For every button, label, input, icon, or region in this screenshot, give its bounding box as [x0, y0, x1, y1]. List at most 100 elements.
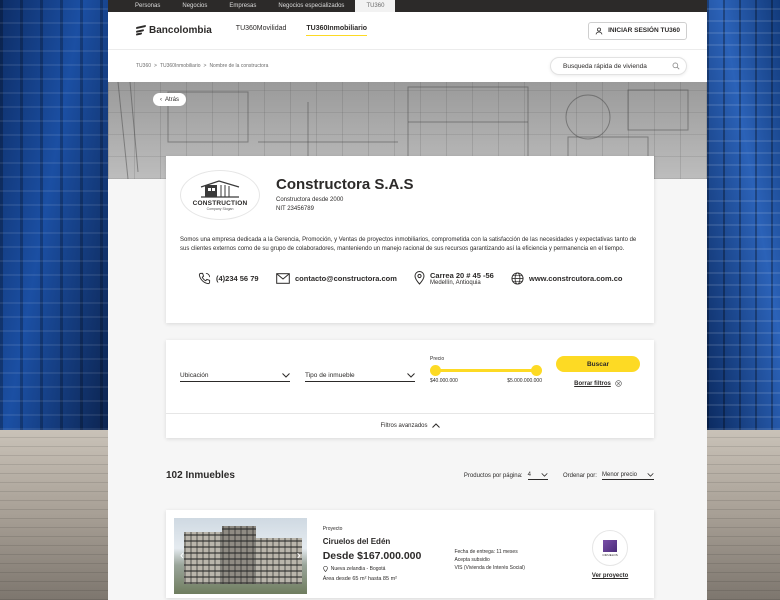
bancolombia-logo[interactable]: Bancolombia — [136, 24, 212, 36]
builder-logo: CIRUELOS — [592, 530, 629, 566]
property-location-value: Nueva zelandia - Bogotá — [330, 566, 386, 572]
advanced-filters-toggle[interactable]: Filtros avanzados — [166, 414, 654, 437]
per-page-control: Productos por página: 4 — [464, 472, 548, 480]
nav-item-tu360movilidad[interactable]: TU360Movilidad — [236, 25, 287, 36]
results-header: 102 Inmuebles Productos por página: 4 Or… — [166, 470, 654, 481]
breadcrumb-item-inmobiliario[interactable]: TU360Inmobiliario — [160, 63, 201, 69]
property-subsidy: Acepta subsidio — [454, 557, 490, 563]
location-pin-icon — [414, 271, 425, 285]
property-name: Ciruelos del Edén — [322, 537, 391, 546]
price-max-value: $5.000.000.000 — [507, 378, 542, 384]
per-page-select[interactable]: 4 — [527, 472, 548, 480]
location-pin-icon — [322, 566, 328, 572]
chevron-down-icon — [647, 472, 654, 477]
chevron-left-icon: ‹ — [160, 96, 162, 103]
company-meta: Constructora desde 2000 NIT 23456789 — [276, 196, 414, 214]
company-logo-slogan: Company Slogan — [206, 207, 234, 211]
top-segment-bar: Personas Negocios Empresas Negocios espe… — [108, 0, 707, 12]
mail-icon — [276, 272, 290, 284]
price-label: Precio — [430, 356, 445, 362]
building-image — [184, 532, 224, 584]
carousel-prev-icon[interactable]: ‹ — [180, 548, 184, 562]
company-name: Constructora S.A.S — [276, 176, 414, 193]
company-card: CONSTRUCTION Company Slogan Constructora… — [166, 156, 654, 323]
order-control: Ordenar por: Menor precio — [563, 472, 654, 480]
breadcrumb: TU360 > TU360Inmobiliario > Nombre de la… — [136, 63, 268, 69]
property-info: Proyecto Ciruelos del Edén Desde $167.00… — [323, 518, 443, 590]
company-description: Somos una empresa dedicada a la Gerencia… — [180, 237, 637, 253]
price-values: $40.000.000 $5.000.000.000 — [430, 378, 542, 384]
topbar-item-negocios[interactable]: Negocios — [171, 0, 218, 12]
contact-phone[interactable]: (4)234 56 79 — [198, 272, 276, 285]
price-slider-min-handle[interactable] — [430, 365, 441, 376]
clear-filters-link[interactable]: Borrar filtros — [574, 380, 622, 387]
per-page-label: Productos por página: — [463, 472, 523, 479]
builder-logo-mark — [603, 539, 618, 552]
property-type-select-label: Tipo de inmueble — [305, 372, 355, 379]
search-filters-card: Ubicación Tipo de inmueble Precio $40.00… — [166, 340, 654, 438]
main-header: Bancolombia TU360Movilidad TU360Inmobili… — [108, 12, 707, 50]
contact-city-value: Medellín, Antioquia — [430, 279, 481, 286]
quick-search-placeholder: Busqueda rápida de vivienda — [563, 62, 647, 70]
view-project-link[interactable]: Ver proyecto — [592, 573, 628, 579]
carousel-next-icon[interactable]: › — [297, 548, 301, 562]
company-nit: NIT 23456789 — [276, 206, 314, 212]
property-location: Nueva zelandia - Bogotá — [322, 566, 443, 572]
topbar-item-personas[interactable]: Personas — [124, 0, 171, 12]
company-contacts: (4)234 56 79 contacto@constructora.com C… — [180, 271, 640, 286]
price-range: Precio $40.000.000 $5.000.000.000 — [430, 356, 542, 384]
property-kind: Proyecto — [322, 526, 343, 532]
bancolombia-logo-text: Bancolombia — [149, 25, 212, 36]
login-button-label: INICIAR SESIÓN TU360 — [608, 27, 680, 34]
topbar-item-tu360[interactable]: TU360 — [355, 0, 396, 12]
clear-filters-label: Borrar filtros — [574, 380, 611, 387]
background-building-left — [0, 0, 108, 430]
contact-website-value: www.constrcutora.com.co — [529, 273, 623, 283]
back-button[interactable]: ‹ Atrás — [153, 93, 187, 106]
property-area: Área desde 65 m² hasta 85 m² — [322, 576, 397, 582]
breadcrumb-bar: TU360 > TU360Inmobiliario > Nombre de la… — [108, 50, 707, 82]
company-since: Constructora desde 2000 — [276, 197, 344, 203]
bancolombia-logo-icon — [136, 24, 146, 36]
company-logo-word: CONSTRUCTION — [192, 200, 248, 207]
chevron-down-icon — [407, 373, 415, 378]
price-slider-max-handle[interactable] — [531, 365, 542, 376]
page-container: Personas Negocios Empresas Negocios espe… — [108, 0, 707, 600]
property-builder: CIRUELOS Ver proyecto — [574, 518, 646, 590]
phone-icon — [198, 272, 211, 284]
quick-search-input[interactable]: Busqueda rápida de vivienda — [550, 57, 687, 75]
main-nav: TU360Movilidad TU360Inmobiliario — [236, 25, 368, 36]
property-delivery: Fecha de entrega: 11 meses — [454, 549, 518, 555]
property-type-select[interactable]: Tipo de inmueble — [305, 372, 415, 382]
price-slider-track — [434, 369, 538, 372]
chevron-up-icon — [431, 423, 440, 428]
topbar-item-negocios-especializados[interactable]: Negocios especializados — [267, 0, 355, 12]
property-card[interactable]: ‹ › Proyecto Ciruelos del Edén Desde $16… — [166, 510, 654, 598]
building-image — [222, 526, 256, 584]
breadcrumb-item-tu360[interactable]: TU360 — [136, 63, 151, 69]
topbar-item-empresas[interactable]: Empresas — [218, 0, 267, 12]
user-icon — [595, 27, 603, 34]
chevron-down-icon — [282, 373, 290, 378]
company-header: CONSTRUCTION Company Slogan Constructora… — [180, 170, 640, 220]
login-button[interactable]: INICIAR SESIÓN TU360 — [588, 21, 687, 40]
search-button[interactable]: Buscar — [556, 356, 640, 372]
property-photo-carousel[interactable]: ‹ › — [174, 518, 307, 594]
building-image — [254, 538, 302, 584]
price-slider[interactable] — [430, 364, 542, 376]
contact-phone-value: (4)234 56 79 — [216, 273, 259, 283]
clear-circle-icon — [615, 380, 622, 387]
contact-email[interactable]: contacto@constructora.com — [276, 272, 414, 284]
search-icon[interactable] — [672, 62, 680, 70]
nav-item-tu360inmobiliario[interactable]: TU360Inmobiliario — [306, 25, 368, 36]
location-select[interactable]: Ubicación — [180, 372, 290, 382]
results-count: 102 Inmuebles — [166, 470, 235, 481]
background-building-right — [707, 0, 780, 430]
filters-row: Ubicación Tipo de inmueble Precio $40.00… — [166, 340, 654, 414]
order-select[interactable]: Menor precio — [601, 472, 654, 480]
contact-website[interactable]: www.constrcutora.com.co — [511, 272, 623, 285]
back-button-label: Atrás — [165, 96, 180, 103]
property-details: Fecha de entrega: 11 meses Acepta subsid… — [454, 518, 574, 590]
construction-building-icon — [200, 180, 240, 198]
company-title-block: Constructora S.A.S Constructora desde 20… — [276, 176, 414, 214]
